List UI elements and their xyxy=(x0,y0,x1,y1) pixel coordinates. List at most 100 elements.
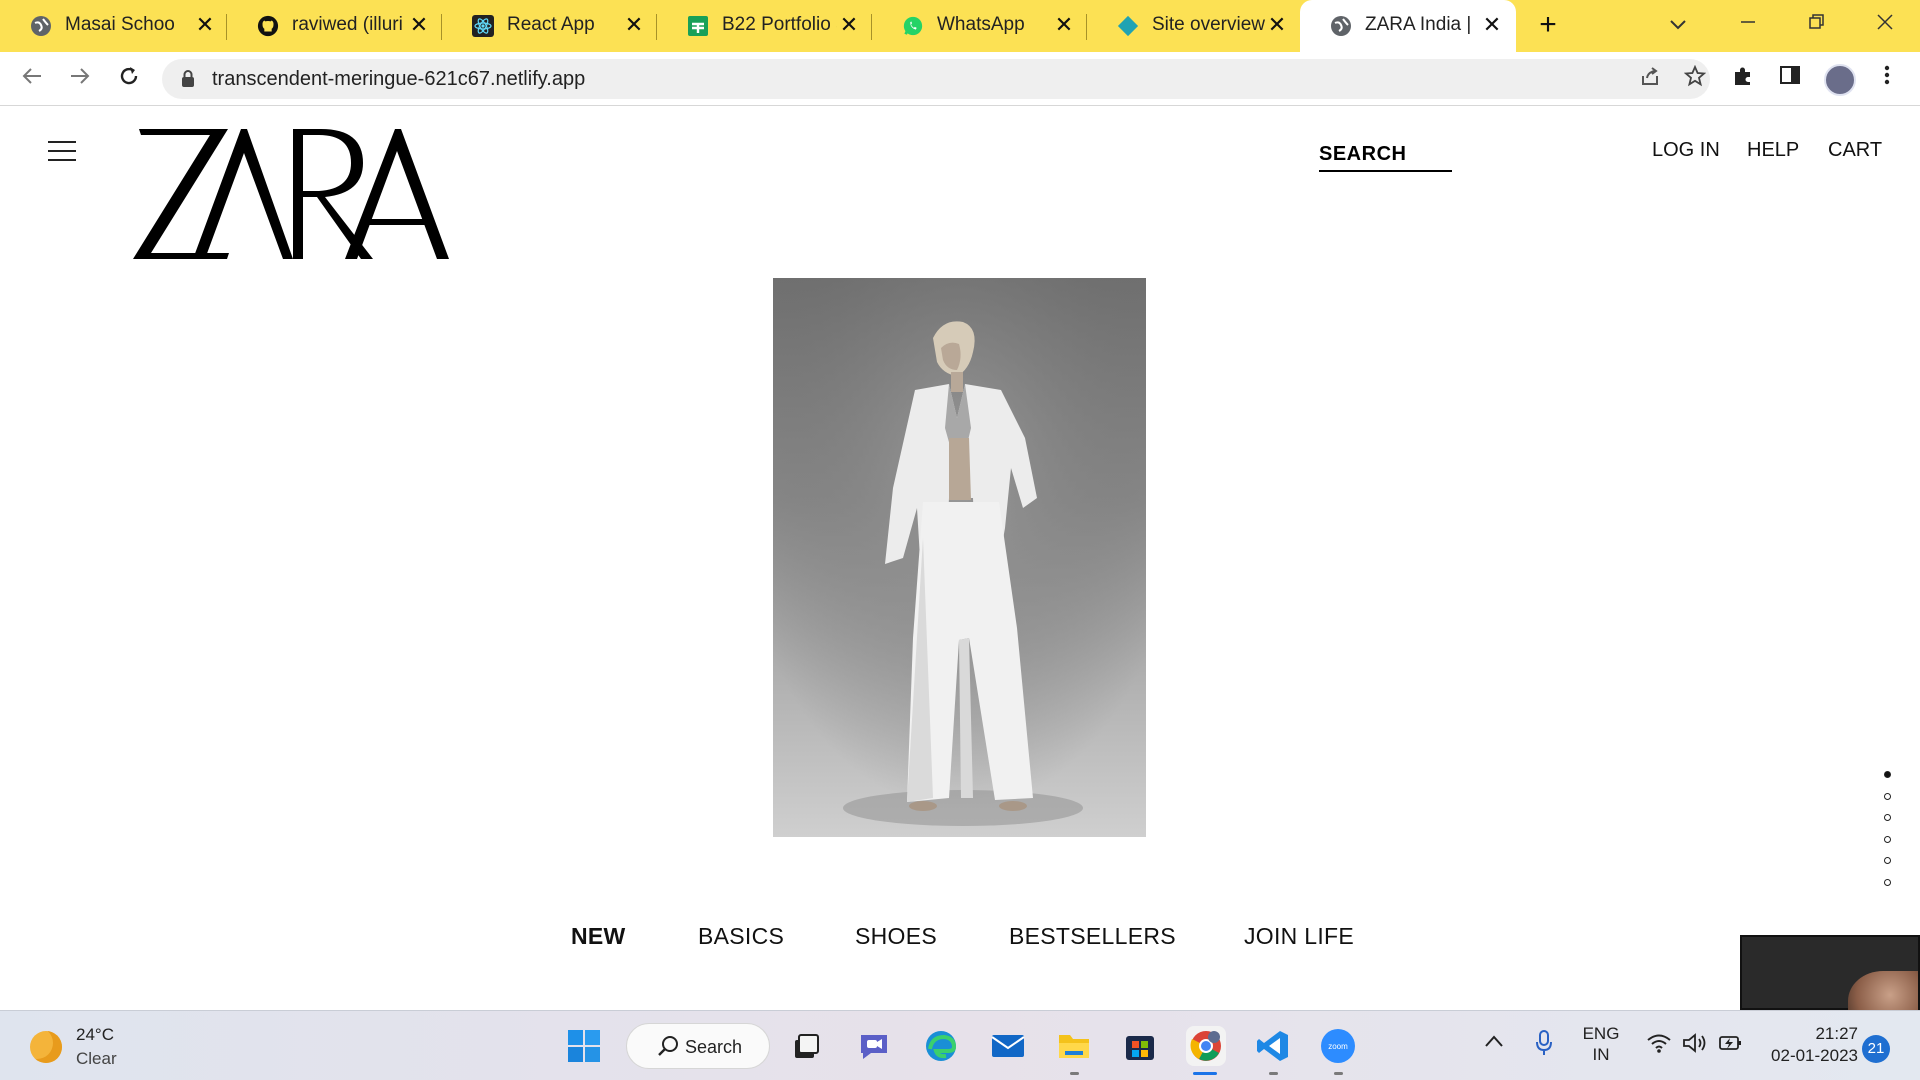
tab-title: ZARA India | N xyxy=(1365,14,1477,35)
address-bar[interactable]: transcendent-meringue-621c67.netlify.app xyxy=(162,59,1710,99)
language-indicator[interactable]: ENG IN xyxy=(1582,1023,1620,1065)
language-line-2: IN xyxy=(1592,1045,1610,1064)
windows-start-icon[interactable] xyxy=(564,1026,604,1066)
mail-icon[interactable] xyxy=(988,1026,1028,1066)
browser-toolbar: transcendent-meringue-621c67.netlify.app xyxy=(0,52,1920,106)
login-link[interactable]: LOG IN xyxy=(1652,139,1720,162)
restore-icon[interactable] xyxy=(1796,8,1836,42)
tab-masai-school[interactable]: Masai School | ✕ xyxy=(0,0,227,52)
extensions-icon[interactable] xyxy=(1728,64,1758,94)
kebab-menu-icon[interactable] xyxy=(1872,64,1902,94)
tab-title: React App xyxy=(507,14,595,35)
tab-react-app[interactable]: React App ✕ xyxy=(442,0,657,52)
weather-widget[interactable]: 24°C Clear xyxy=(30,1023,180,1069)
carousel-dot[interactable] xyxy=(1884,857,1891,864)
notification-badge[interactable]: 21 xyxy=(1862,1035,1890,1063)
close-tab-icon[interactable]: ✕ xyxy=(1480,12,1504,38)
github-icon xyxy=(257,15,279,37)
tab-whatsapp[interactable]: WhatsApp ✕ xyxy=(872,0,1087,52)
task-view-icon[interactable] xyxy=(786,1026,826,1066)
video-overlay-thumbnail[interactable] xyxy=(1740,935,1920,1010)
active-app-indicator xyxy=(1193,1072,1217,1075)
sheets-icon xyxy=(687,15,709,37)
hero-image[interactable] xyxy=(773,278,1146,837)
carousel-dots xyxy=(1884,771,1896,900)
netlify-icon xyxy=(1117,15,1139,37)
new-tab-button[interactable]: + xyxy=(1530,10,1566,42)
battery-charging-icon[interactable] xyxy=(1718,1032,1744,1059)
svg-text:zoom: zoom xyxy=(1328,1042,1348,1051)
tab-site-overview[interactable]: Site overview | ✕ xyxy=(1087,0,1300,52)
carousel-dot[interactable] xyxy=(1884,792,1891,800)
tab-title: Site overview | xyxy=(1152,14,1267,35)
cart-link[interactable]: CART xyxy=(1828,139,1882,162)
close-tab-icon[interactable]: ✕ xyxy=(193,12,217,38)
moon-icon xyxy=(30,1031,62,1063)
help-link[interactable]: HELP xyxy=(1747,139,1799,162)
running-indicator xyxy=(1070,1072,1079,1075)
close-tab-icon[interactable]: ✕ xyxy=(407,12,431,38)
tab-search-icon[interactable] xyxy=(1658,8,1698,42)
carousel-dot[interactable] xyxy=(1884,771,1891,778)
taskbar-search-label: Search xyxy=(685,1037,743,1057)
side-panel-icon[interactable] xyxy=(1775,64,1805,94)
hamburger-menu-icon[interactable] xyxy=(48,141,76,163)
globe-icon xyxy=(1330,15,1352,37)
category-join-life[interactable]: JOIN LIFE xyxy=(1244,923,1354,950)
teams-chat-icon[interactable] xyxy=(854,1026,894,1066)
system-clock[interactable]: 21:27 02-01-2023 xyxy=(1762,1023,1858,1067)
carousel-dot[interactable] xyxy=(1884,814,1891,821)
tab-title: raviwed (illuri r xyxy=(292,14,407,35)
category-bestsellers[interactable]: BESTSELLERS xyxy=(1009,923,1176,950)
tab-github[interactable]: raviwed (illuri r ✕ xyxy=(227,0,442,52)
person-face xyxy=(1848,971,1918,1010)
close-tab-icon[interactable]: ✕ xyxy=(1265,12,1289,38)
profile-avatar[interactable] xyxy=(1824,64,1856,96)
microphone-icon[interactable] xyxy=(1534,1029,1554,1062)
zara-logo[interactable] xyxy=(133,125,453,265)
category-shoes[interactable]: SHOES xyxy=(855,923,937,950)
windows-taskbar: 24°C Clear Search zoom ENG IN 21:27 02-0… xyxy=(0,1010,1920,1080)
chrome-icon[interactable] xyxy=(1186,1026,1226,1066)
file-explorer-icon[interactable] xyxy=(1054,1026,1094,1066)
volume-icon[interactable] xyxy=(1682,1032,1708,1059)
tab-zara-india[interactable]: ZARA India | N ✕ xyxy=(1300,0,1516,52)
close-tab-icon[interactable]: ✕ xyxy=(837,12,861,38)
running-indicator xyxy=(1334,1072,1343,1075)
tab-title: B22 Portfolio a xyxy=(722,14,837,35)
tab-title: Masai School | xyxy=(65,14,175,35)
close-tab-icon[interactable]: ✕ xyxy=(1052,12,1076,38)
category-new[interactable]: NEW xyxy=(571,923,626,950)
close-tab-icon[interactable]: ✕ xyxy=(622,12,646,38)
weather-temp: 24°C xyxy=(76,1025,114,1044)
weather-condition: Clear xyxy=(76,1049,117,1068)
taskbar-search[interactable]: Search xyxy=(626,1023,770,1069)
zoom-icon[interactable]: zoom xyxy=(1318,1026,1358,1066)
globe-icon xyxy=(30,15,52,37)
vscode-icon[interactable] xyxy=(1253,1026,1293,1066)
edge-icon[interactable] xyxy=(921,1026,961,1066)
back-icon[interactable] xyxy=(15,62,49,96)
language-line-1: ENG xyxy=(1582,1024,1620,1043)
share-icon[interactable] xyxy=(1635,65,1665,93)
browser-tab-strip: Masai School | ✕ raviwed (illuri r ✕ Rea… xyxy=(0,0,1920,52)
close-window-icon[interactable] xyxy=(1865,8,1905,42)
reload-icon[interactable] xyxy=(112,62,146,96)
forward-icon[interactable] xyxy=(63,62,97,96)
zara-page: SEARCH LOG IN HELP CART NEW BASICS SHOES… xyxy=(0,107,1920,1010)
microsoft-store-icon[interactable] xyxy=(1120,1026,1160,1066)
show-hidden-icons-chevron[interactable] xyxy=(1484,1033,1504,1053)
clock-time: 21:27 xyxy=(1815,1024,1858,1043)
clock-date: 02-01-2023 xyxy=(1771,1046,1858,1065)
react-icon xyxy=(472,15,494,37)
minimize-icon[interactable] xyxy=(1728,8,1768,42)
tab-title: WhatsApp xyxy=(937,14,1025,35)
bookmark-star-icon[interactable] xyxy=(1680,64,1710,93)
tab-b22-portfolio[interactable]: B22 Portfolio a ✕ xyxy=(657,0,872,52)
search-link[interactable]: SEARCH xyxy=(1319,143,1452,172)
lock-icon[interactable] xyxy=(180,69,196,89)
carousel-dot[interactable] xyxy=(1884,878,1891,886)
carousel-dot[interactable] xyxy=(1884,835,1891,843)
wifi-icon[interactable] xyxy=(1646,1033,1672,1058)
category-basics[interactable]: BASICS xyxy=(698,923,784,950)
